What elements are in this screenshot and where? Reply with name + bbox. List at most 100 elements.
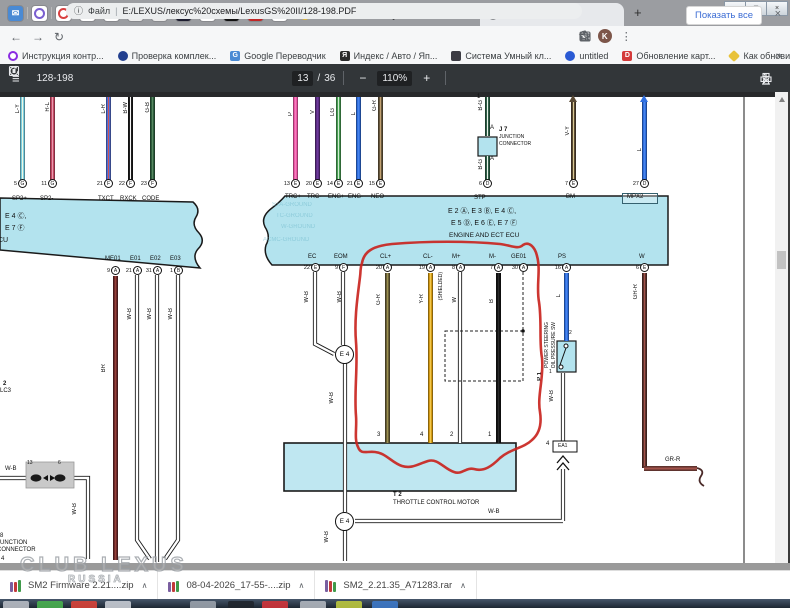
taskbar-icon[interactable] (105, 601, 131, 608)
pin-letter-circle: A (426, 263, 435, 272)
pin-number: 21 (347, 181, 353, 187)
diagram-label: CL+ (380, 254, 391, 260)
diagram-label: RXCK (120, 196, 137, 202)
back-icon[interactable]: ← (10, 30, 22, 44)
diagram-label: E03 (170, 256, 181, 262)
connector-pin: 9A (92, 266, 120, 275)
pinned-tab-icon[interactable]: ✉ (8, 6, 23, 21)
download-item[interactable]: SM2_2.21.35_A71283.rar∧ (315, 571, 477, 600)
taskbar-icon[interactable] (37, 601, 63, 608)
download-chevron-icon[interactable]: ∧ (299, 581, 305, 590)
pin-letter-circle: E (569, 179, 578, 188)
download-item[interactable]: 08-04-2026_17-55-....zip ∧ (158, 571, 315, 600)
connector-pin: 5G (0, 179, 27, 188)
taskbar-icon[interactable] (228, 601, 254, 608)
profile-avatar[interactable]: K (598, 29, 612, 43)
diagram-label-vertical: L (351, 112, 357, 115)
e4-ground-circle: E 4 (335, 345, 354, 364)
zoom-out-button[interactable]: − (359, 71, 366, 85)
diagram-label-vertical: W-B (72, 503, 78, 515)
show-all-downloads-button[interactable]: Показать все (686, 6, 762, 25)
bookmark-item[interactable]: untitled (565, 51, 608, 61)
taskbar-icon[interactable] (3, 601, 29, 608)
diagram-label: ACMC-GROUND (263, 237, 309, 243)
pin-letter-circle: G (48, 179, 57, 188)
pin-number: 6 (479, 181, 482, 187)
forward-icon[interactable]: → (32, 30, 44, 44)
rotate-icon[interactable] (7, 64, 21, 78)
pin-letter-circle: A (383, 263, 392, 272)
taskbar-icon[interactable] (190, 601, 216, 608)
page-info-icon[interactable]: ⓘ (74, 4, 83, 17)
zoom-level[interactable]: 110% (377, 71, 412, 86)
diagram-label: M- (489, 254, 496, 260)
wire-L (642, 101, 647, 183)
pin-letter-circle: F (339, 263, 348, 272)
diagram-label: TC-GROUND (276, 213, 313, 219)
wire-P (293, 97, 298, 183)
pinned-tab-icon[interactable] (32, 6, 47, 21)
diagram-label-vertical: B (489, 299, 495, 303)
browser-menu-icon[interactable]: ⋮ (621, 30, 632, 43)
bookmark-label: Инструкция контр... (22, 51, 104, 61)
taskbar-icon[interactable] (300, 601, 326, 608)
connector-pin: 7A (475, 263, 503, 272)
diagram-label-vertical: P 1 (537, 372, 543, 381)
taskbar-icon[interactable] (262, 601, 288, 608)
diagram-label-vertical: W-B (147, 308, 153, 320)
pin-letter-circle: D (640, 179, 649, 188)
ecu-band-left (0, 198, 202, 268)
taskbar-icon[interactable] (372, 601, 398, 608)
diagram-label: A (490, 156, 494, 162)
taskbar-icon[interactable] (71, 601, 97, 608)
reload-icon[interactable]: ↻ (54, 30, 64, 44)
bookmark-favicon (728, 49, 740, 61)
scrollbar-thumb[interactable] (777, 251, 786, 269)
mpx2-label-box (622, 193, 658, 204)
wire-B-W (128, 97, 133, 183)
diagram-label: STA-GROUND (272, 202, 312, 208)
page-number-input[interactable]: 13 (292, 71, 313, 86)
taskbar-icon[interactable] (336, 601, 362, 608)
new-tab-button[interactable]: + (634, 5, 642, 20)
archive-icon-bar (14, 582, 17, 592)
wire-L-R (106, 97, 111, 183)
download-chevron-icon[interactable]: ∧ (142, 581, 148, 590)
windows-taskbar-sliver[interactable] (0, 599, 790, 608)
diagram-label: E 4 Ⓒ, (5, 213, 26, 220)
pin-letter-circle: A (456, 263, 465, 272)
side-panel-icon[interactable] (578, 29, 592, 43)
bookmark-item[interactable]: DОбновление карт... (622, 51, 715, 61)
throttle-motor-box (284, 443, 516, 491)
diagram-label: PS (558, 254, 566, 260)
zoom-in-button[interactable]: + (423, 71, 430, 85)
white-wire-outline (0, 272, 563, 562)
scrollbar-up-arrow[interactable] (779, 97, 785, 102)
pin-number: 7 (565, 181, 568, 187)
download-filename: 08-04-2026_17-55-....zip (186, 580, 290, 591)
download-chevron-icon[interactable]: ∧ (460, 581, 466, 590)
bookmark-item[interactable]: ЯИндекс / Авто / Яп... (340, 51, 438, 61)
junction-connector-block (26, 462, 74, 488)
archive-icon-bar (333, 582, 336, 591)
address-bar[interactable]: ⓘ Файл | E:/LEXUS/лексус%20схемы/LexusGS… (66, 3, 582, 19)
connector-pin: 6D (464, 179, 492, 188)
bookmark-item[interactable]: Система Умный кл... (451, 51, 551, 61)
pin-number: 21 (126, 268, 132, 274)
e4-ground-circle: E 4 (335, 512, 354, 531)
bookmarks-overflow-icon[interactable]: » (776, 50, 782, 62)
wire-V (315, 97, 320, 183)
downloads-bar-close-icon[interactable]: × (775, 8, 781, 20)
wire-LG (336, 97, 341, 183)
bookmark-item[interactable]: Проверка комплек... (118, 51, 217, 61)
bookmark-item[interactable]: GGoogle Переводчик (230, 51, 325, 61)
scrollbar-track[interactable] (775, 92, 788, 570)
download-item[interactable]: SM2 Firmware 2.21....zip∧ (0, 571, 158, 600)
diagram-label: 1 (549, 370, 552, 375)
pin-number: 22 (304, 265, 310, 271)
diagram-label: SP2+ (12, 196, 27, 202)
pin-number: 7 (490, 265, 493, 271)
print-icon[interactable] (759, 72, 773, 86)
pin-number: 5 (14, 181, 17, 187)
bookmark-item[interactable]: Инструкция контр... (8, 51, 104, 61)
